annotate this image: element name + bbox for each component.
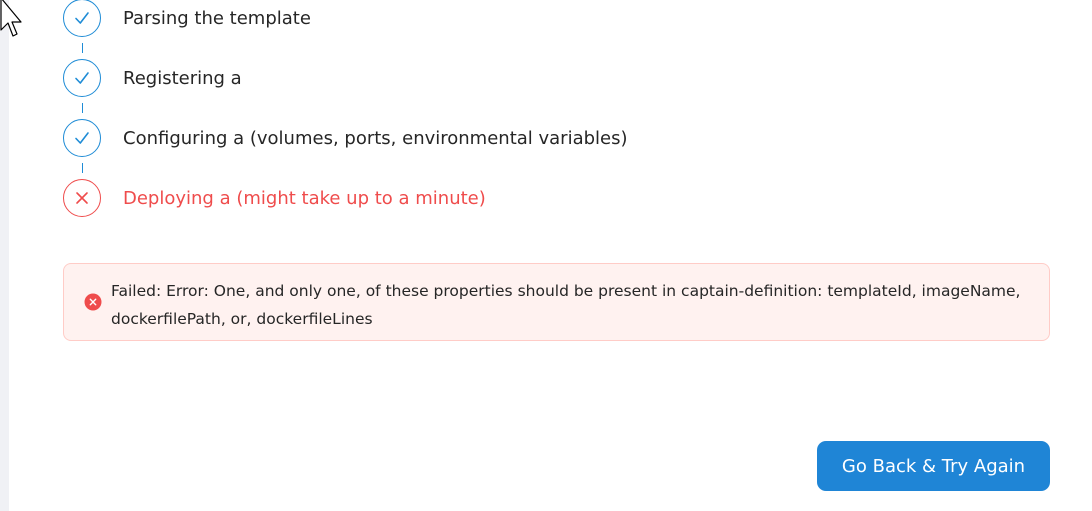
step-status-done xyxy=(63,119,101,157)
mouse-cursor-icon xyxy=(0,0,22,37)
step-label: Configuring a (volumes, ports, environme… xyxy=(123,127,628,149)
step-deploying: Deploying a (might take up to a minute) xyxy=(63,178,486,218)
error-icon xyxy=(84,293,102,311)
error-message: Failed: Error: One, and only one, of the… xyxy=(111,282,1021,328)
go-back-try-again-button[interactable]: Go Back & Try Again xyxy=(817,441,1050,491)
step-connector xyxy=(81,103,83,113)
step-label: Deploying a (might take up to a minute) xyxy=(123,187,486,209)
step-registering: Registering a xyxy=(63,58,242,98)
step-label: Registering a xyxy=(123,67,242,89)
check-icon xyxy=(75,72,89,84)
error-alert: Failed: Error: One, and only one, of the… xyxy=(63,263,1050,341)
step-status-done xyxy=(63,0,101,37)
step-status-done xyxy=(63,59,101,97)
step-label: Parsing the template xyxy=(123,7,311,29)
left-panel-edge xyxy=(0,0,9,511)
step-parsing-template: Parsing the template xyxy=(63,0,311,38)
step-configuring: Configuring a (volumes, ports, environme… xyxy=(63,118,628,158)
step-status-failed xyxy=(63,179,101,217)
check-icon xyxy=(75,12,89,24)
check-icon xyxy=(75,132,89,144)
step-connector xyxy=(81,163,83,173)
step-connector xyxy=(81,43,83,53)
close-icon xyxy=(76,192,88,204)
